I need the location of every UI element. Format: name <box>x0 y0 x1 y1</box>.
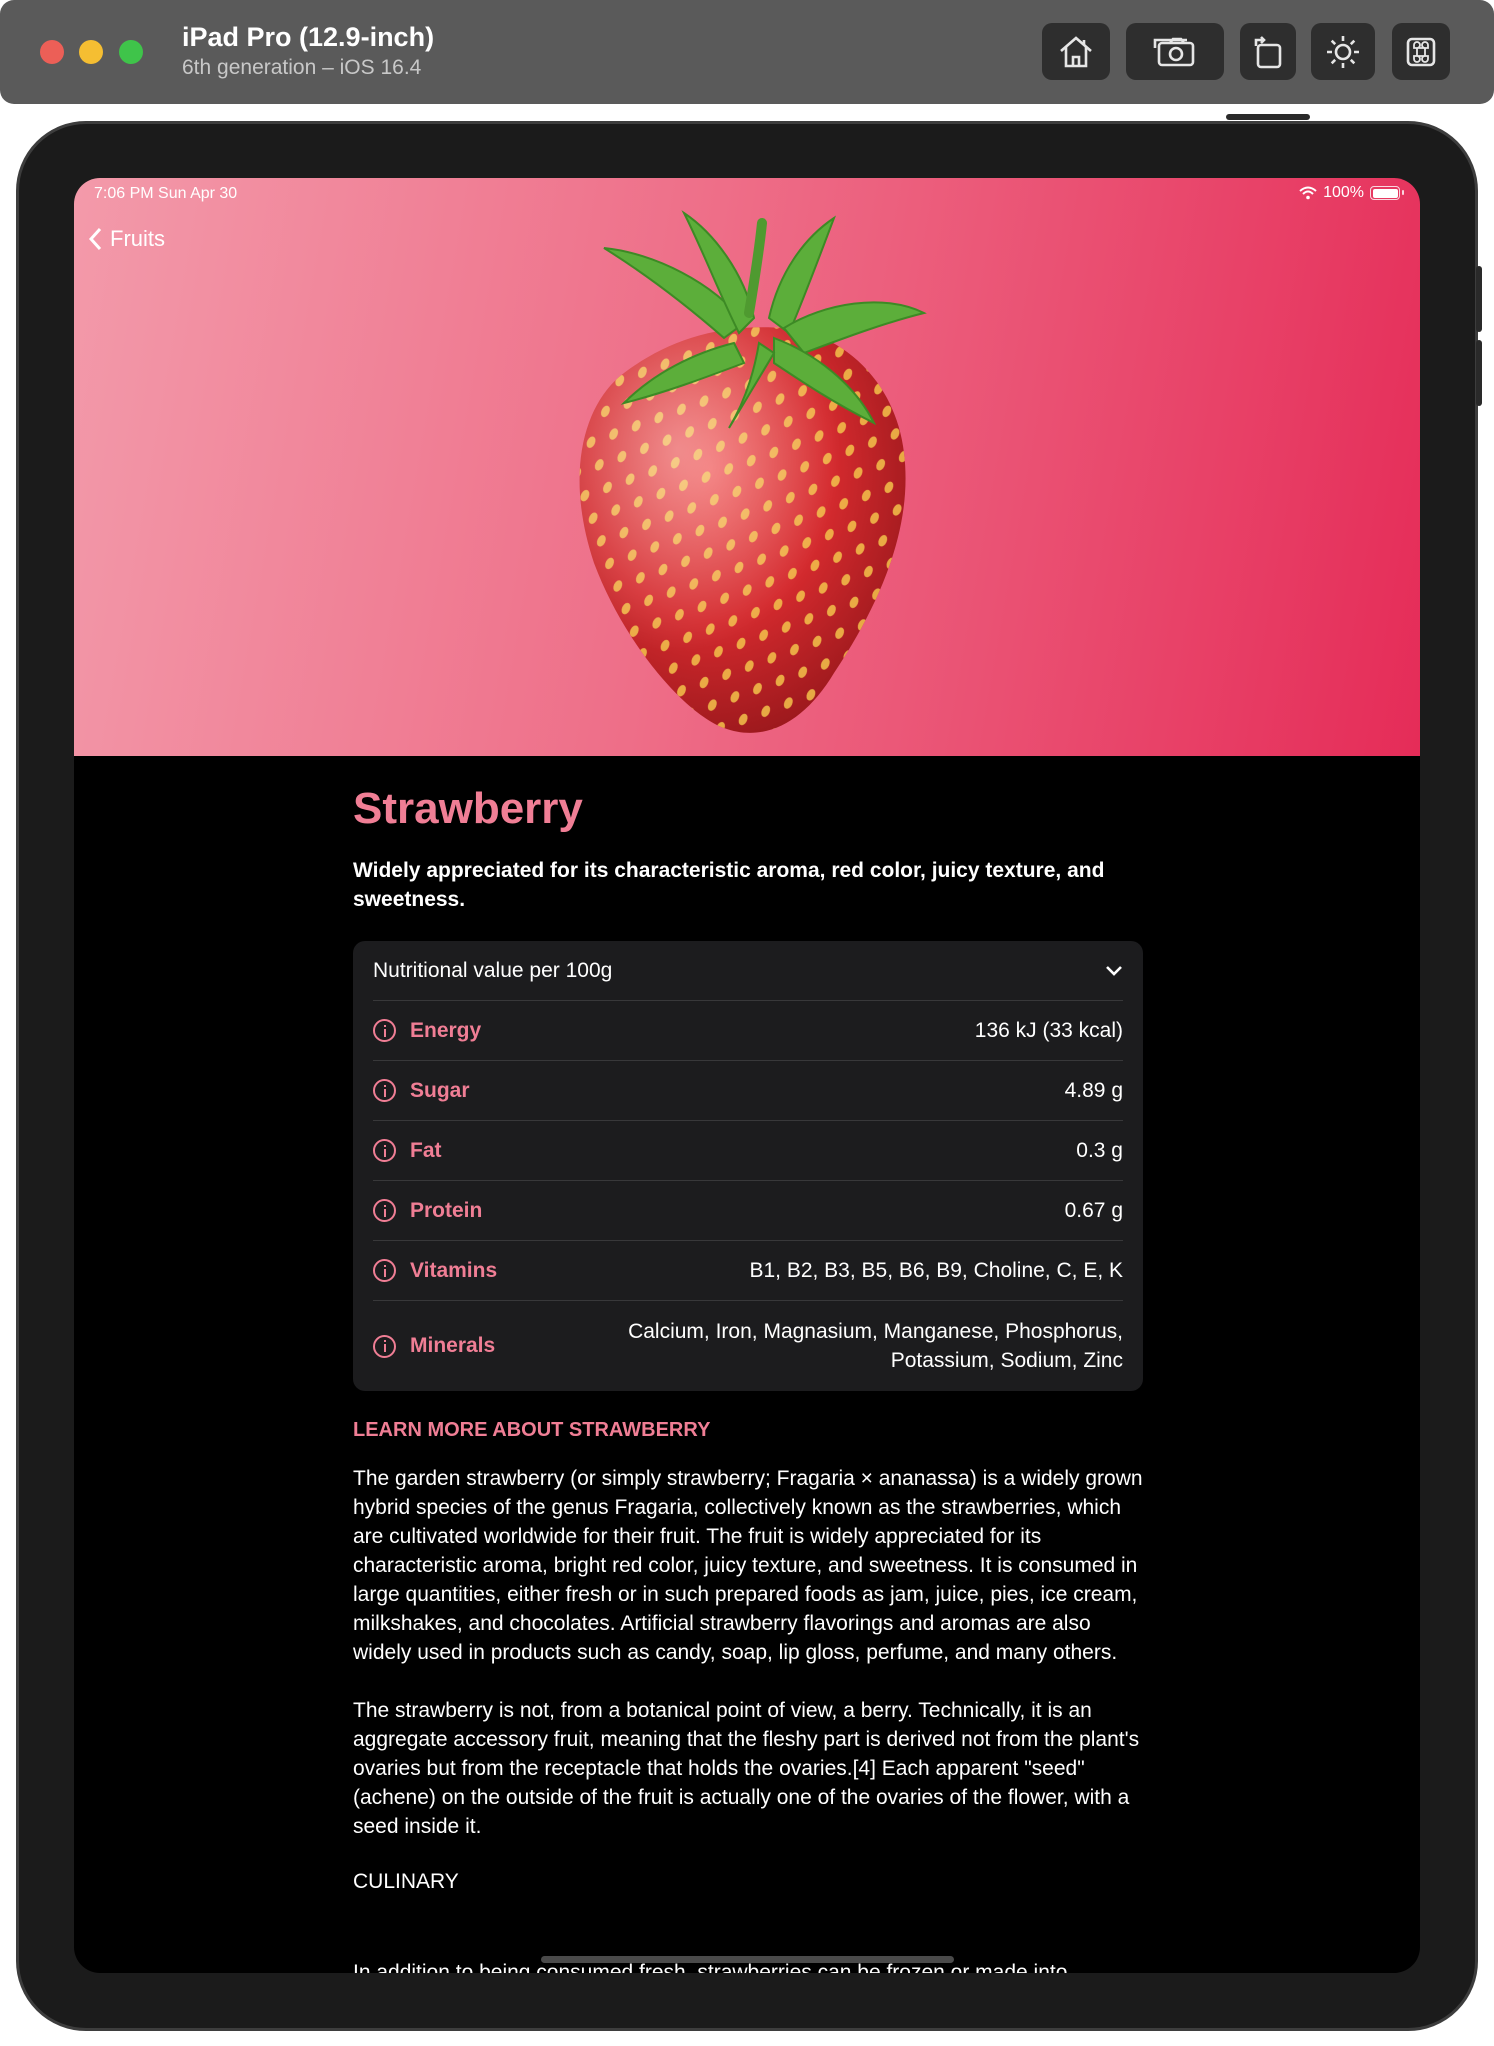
rotate-button[interactable] <box>1240 23 1296 80</box>
screenshot-icon <box>1153 37 1195 66</box>
fruit-hero-image: 7:06 PM Sun Apr 30 100% Fruits <box>74 178 1420 756</box>
nutrition-label: Energy <box>410 1018 482 1042</box>
fruit-headline: Widely appreciated for its characteristi… <box>353 859 1105 911</box>
nutrition-row-fat: Fat 0.3 g <box>373 1121 1123 1181</box>
status-time: 7:06 PM Sun Apr 30 <box>94 185 238 202</box>
nutrition-row-energy: Energy 136 kJ (33 kcal) <box>373 1001 1123 1061</box>
fruit-title: Strawberry <box>353 784 583 833</box>
nutrition-value: 0.67 g <box>1064 1199 1123 1222</box>
back-button-label: Fruits <box>110 226 165 251</box>
home-button[interactable] <box>1042 23 1110 80</box>
info-icon[interactable] <box>373 1334 396 1358</box>
nutrition-row-vitamins: Vitamins B1, B2, B3, B5, B6, B9, Choline… <box>373 1241 1123 1301</box>
rotate-icon <box>1254 35 1282 68</box>
nutrition-value: 0.3 g <box>1076 1139 1123 1162</box>
minimize-window-button[interactable] <box>79 40 103 64</box>
nutrition-label: Minerals <box>410 1334 496 1357</box>
command-button[interactable] <box>1392 23 1450 80</box>
culinary-subheading: CULINARY <box>353 1870 459 1893</box>
battery-percentage: 100% <box>1323 184 1364 201</box>
nutrition-disclosure-header[interactable]: Nutritional value per 100g <box>373 941 1123 1001</box>
nutrition-label: Sugar <box>410 1078 470 1102</box>
nutrition-value: 4.89 g <box>1064 1079 1123 1102</box>
screenshot-button[interactable] <box>1126 23 1224 80</box>
learn-more-paragraph: The strawberry is not, from a botanical … <box>353 1699 1140 1838</box>
info-icon[interactable] <box>373 1259 396 1282</box>
nutrition-row-protein: Protein 0.67 g <box>373 1181 1123 1241</box>
simulator-title: iPad Pro (12.9-inch) <box>182 22 435 52</box>
device-screen: 7:06 PM Sun Apr 30 100% Fruits Strawberr… <box>74 178 1420 1973</box>
status-indicators: 100% <box>1299 184 1404 202</box>
top-button <box>1226 114 1310 120</box>
command-icon <box>1406 37 1436 66</box>
nutrition-row-sugar: Sugar 4.89 g <box>373 1061 1123 1121</box>
appearance-icon <box>1327 35 1359 68</box>
nutrition-label: Vitamins <box>410 1258 498 1282</box>
chevron-down-icon <box>1106 965 1122 976</box>
back-button[interactable]: Fruits <box>88 226 165 252</box>
close-window-button[interactable] <box>40 40 64 64</box>
info-icon[interactable] <box>373 1079 396 1102</box>
wifi-icon <box>1299 186 1317 200</box>
learn-more-heading: LEARN MORE ABOUT STRAWBERRY <box>353 1419 711 1441</box>
info-icon[interactable] <box>373 1139 396 1162</box>
home-indicator[interactable] <box>541 1956 954 1963</box>
nutrition-row-minerals: Minerals Calcium, Iron, Magnasium, Manga… <box>373 1301 1123 1391</box>
battery-icon <box>1370 186 1404 200</box>
nutrition-value: B1, B2, B3, B5, B6, B9, Choline, C, E, K <box>749 1259 1123 1282</box>
strawberry-image <box>579 210 927 733</box>
volume-up-button <box>1476 266 1482 332</box>
chevron-left-icon <box>88 227 102 251</box>
nutrition-value: 136 kJ (33 kcal) <box>974 1019 1123 1042</box>
simulator-subtitle: 6th generation – iOS 16.4 <box>182 56 422 79</box>
nutrition-value: Calcium, Iron, Magnasium, Manganese, Pho… <box>628 1320 1123 1372</box>
nutrition-header-label: Nutritional value per 100g <box>373 958 613 982</box>
nutrition-label: Fat <box>410 1138 442 1162</box>
fruit-detail-content: Strawberry Widely appreciated for its ch… <box>353 756 1143 1894</box>
simulator-title-bar: iPad Pro (12.9-inch) 6th generation – iO… <box>0 0 1494 104</box>
info-icon[interactable] <box>373 1019 396 1042</box>
info-icon[interactable] <box>373 1199 396 1222</box>
learn-more-paragraph: The garden strawberry (or simply strawbe… <box>353 1467 1143 1664</box>
nutrition-card: Nutritional value per 100g Energy 136 kJ… <box>353 941 1143 1391</box>
nutrition-label: Protein <box>410 1198 483 1222</box>
home-icon <box>1060 35 1092 67</box>
volume-down-button <box>1476 340 1482 406</box>
appearance-button[interactable] <box>1311 23 1375 80</box>
zoom-window-button[interactable] <box>119 40 143 64</box>
